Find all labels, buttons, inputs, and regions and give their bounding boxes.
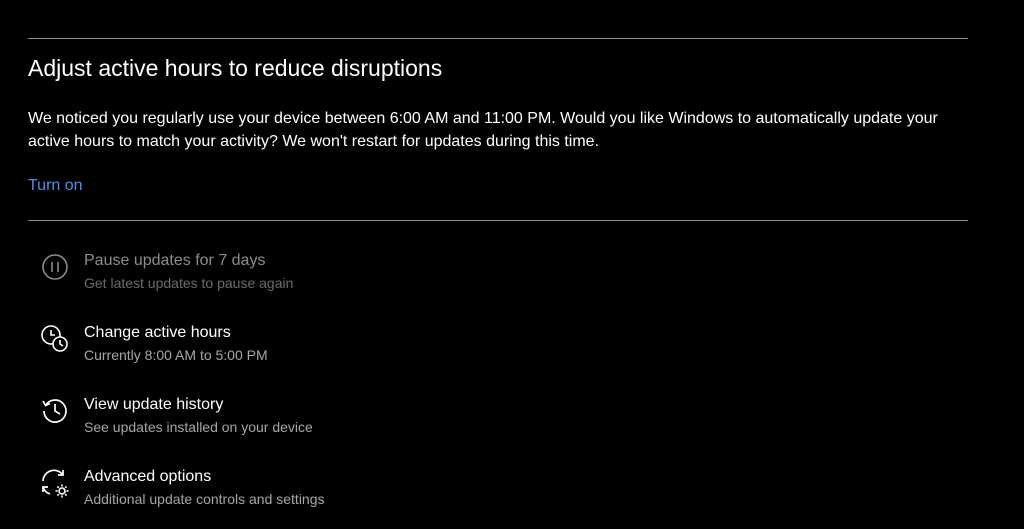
pause-updates-title: Pause updates for 7 days [84,252,266,269]
change-active-hours-title: Change active hours [84,324,231,341]
pause-icon [36,251,72,287]
top-divider [28,38,968,39]
change-active-hours-option[interactable]: Change active hours Currently 8:00 AM to… [36,323,556,373]
advanced-sync-gear-icon [36,467,72,503]
change-active-hours-subtitle: Currently 8:00 AM to 5:00 PM [84,347,268,363]
pause-updates-subtitle: Get latest updates to pause again [84,275,294,291]
active-hours-clock-icon [36,323,72,359]
history-icon [36,395,72,431]
view-update-history-subtitle: See updates installed on your device [84,419,313,435]
advanced-options-title: Advanced options [84,468,212,485]
pause-updates-option[interactable]: Pause updates for 7 days Get latest upda… [36,251,556,301]
view-update-history-option[interactable]: View update history See updates installe… [36,395,556,445]
turn-on-link[interactable]: Turn on [28,177,83,195]
advanced-options-option[interactable]: Advanced options Additional update contr… [36,467,556,517]
active-hours-description: We noticed you regularly use your device… [28,110,938,150]
advanced-options-subtitle: Additional update controls and settings [84,491,325,507]
view-update-history-title: View update history [84,396,224,413]
section-divider [28,220,968,221]
active-hours-heading: Adjust active hours to reduce disruption… [28,55,443,81]
